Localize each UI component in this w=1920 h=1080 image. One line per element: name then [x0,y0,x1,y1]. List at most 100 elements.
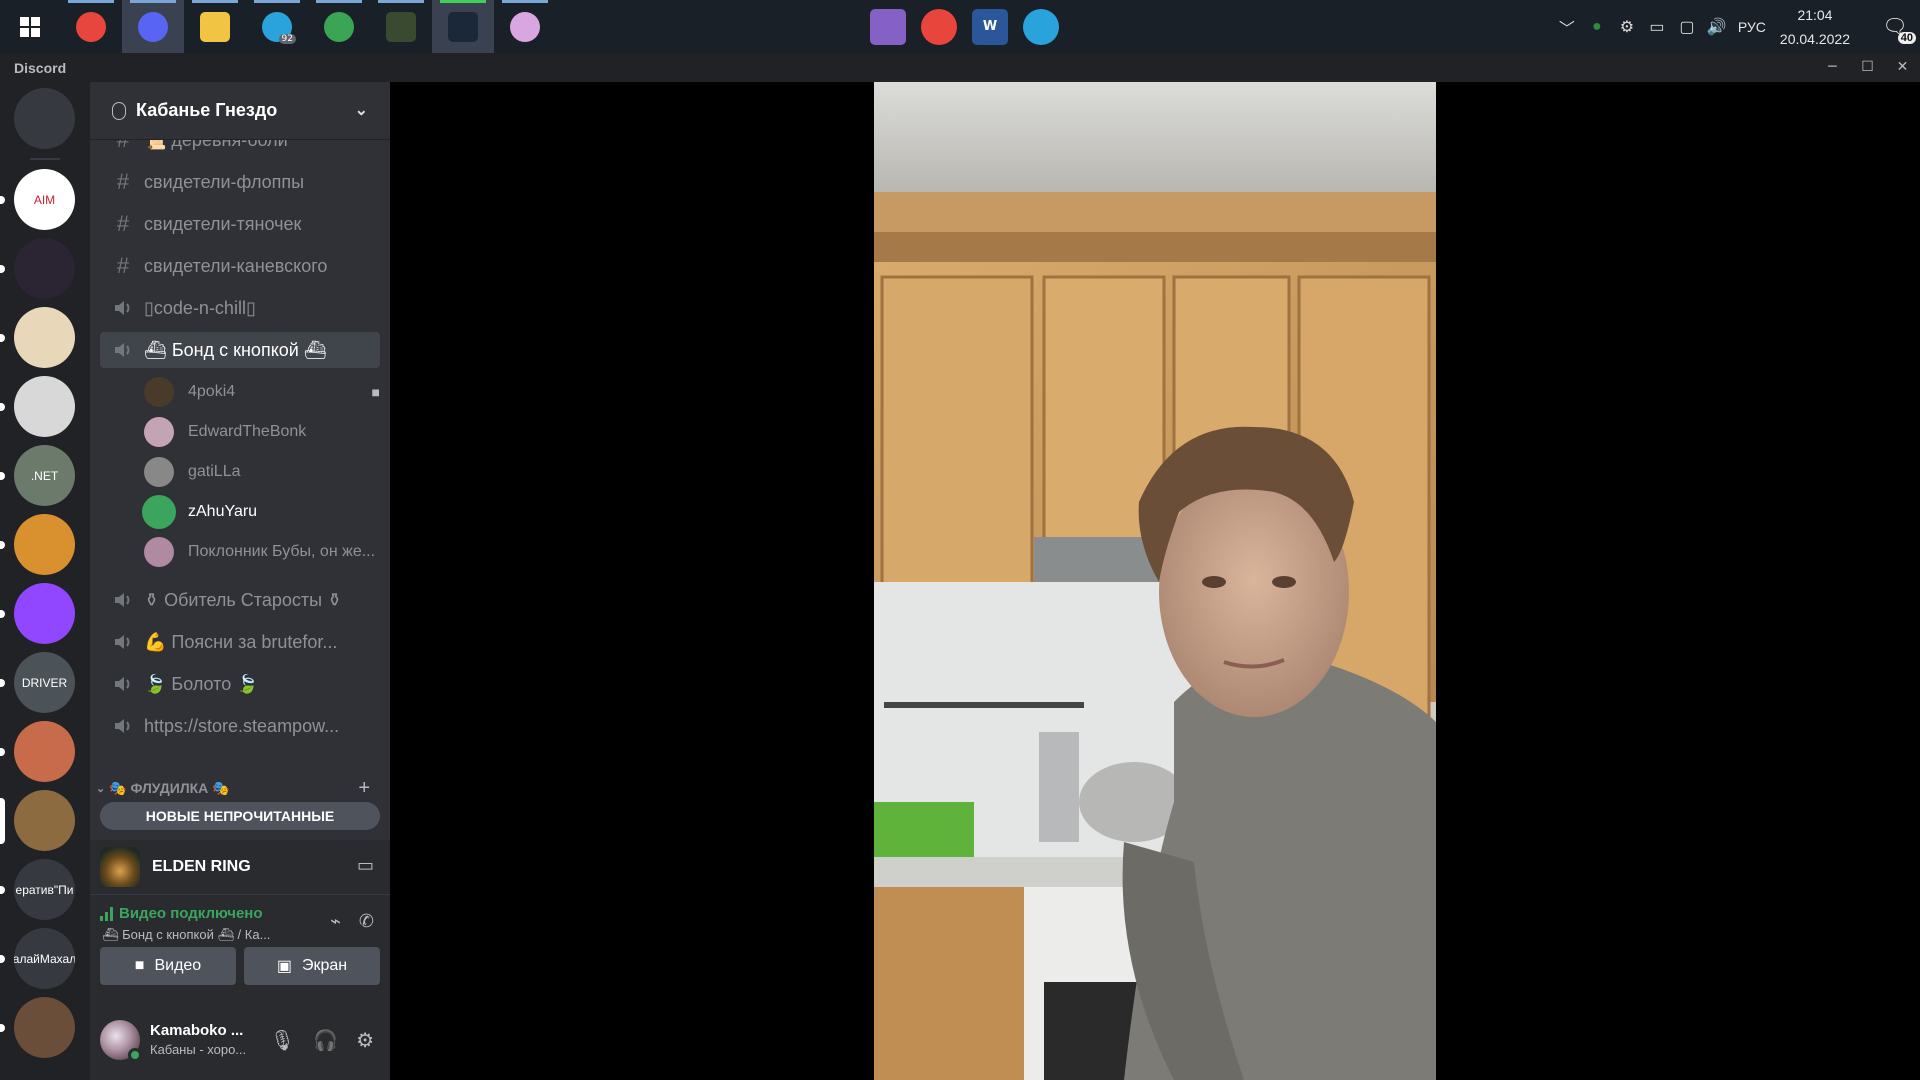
text-channel[interactable]: # свидетели-каневского [100,248,390,284]
server-icon-bender[interactable] [14,721,75,782]
language-indicator[interactable]: РУС [1738,19,1766,35]
camera-icon: ■ [134,957,145,974]
unread-pill [0,748,5,756]
text-channel[interactable]: # свидетели-флоппы [100,164,390,200]
taskbar-app-steam[interactable] [432,0,494,53]
screen-share-button[interactable]: ▣ Экран [244,947,380,985]
video-button[interactable]: ■ Видео [100,947,236,985]
voice-channel[interactable]: https://store.steampow... [100,708,390,744]
unread-pill [0,886,5,894]
server-icon-gta[interactable] [14,790,75,851]
screen-button-label: Экран [301,957,348,974]
server-icon-driver[interactable]: DRIVER [14,652,75,713]
taskbar-app-globe-app[interactable] [308,0,370,53]
windows-start-button[interactable] [0,0,60,53]
elden-ring-icon [386,11,416,42]
taskbar-app-discord[interactable] [122,0,184,53]
voice-connection-panel: Видео подключено ⛴ Бонд с кнопкой ⛴ / Ка… [90,894,390,998]
voice-status[interactable]: Видео подключено [100,905,263,922]
webcam-frame-image [874,82,1436,1080]
battery-icon[interactable]: ▭ [1642,17,1672,37]
user-avatar [144,377,174,407]
unread-pill [0,955,5,963]
username[interactable]: Kamaboko ... [150,1022,243,1039]
server-icon-aim[interactable]: AIM [14,169,75,230]
add-channel-icon[interactable]: + [358,777,370,800]
taskbar-indicator [130,0,176,3]
disconnect-icon[interactable]: ✆ [359,911,374,932]
chevron-up-icon[interactable]: ﹀ [1552,15,1582,39]
maximize-button[interactable]: ☐ [1850,53,1885,82]
discord-icon [138,11,168,42]
channel-category[interactable]: ⌄ 🎭 ФЛУДИЛКА 🎭 + [96,776,390,800]
taskbar-app-chrome[interactable] [60,0,122,53]
voice-user-name: zAhuYaru [188,503,258,520]
notification-count: 40 [1897,32,1916,44]
telegram-icon[interactable] [1023,8,1059,45]
voice-user[interactable]: gatiLLa [144,453,390,491]
pinned-apps: W [870,0,1059,53]
text-channel[interactable]: # свидетели-тяночек [100,206,390,242]
taskbar-indicator [254,0,300,3]
network-icon[interactable]: ▢ [1672,17,1702,37]
video-stage [390,82,1920,1080]
speaker-icon [110,633,136,651]
voice-user-name: EdwardTheBonk [188,423,307,440]
channel-label: свидетели-тяночек [144,213,302,234]
unread-badge: 92 [278,34,296,44]
noise-suppression-icon[interactable]: ⌁ [330,911,341,932]
server-icon-glasses-guy[interactable] [14,376,75,437]
server-icon-blonde-girl[interactable] [14,307,75,368]
close-button[interactable]: ✕ [1885,53,1920,82]
speaker-icon [110,717,136,735]
activity-game-name: ELDEN RING [152,858,251,875]
voice-channel-name[interactable]: ⛴ Бонд с кнопкой ⛴ / Ка... [102,927,270,943]
camera-video-feed[interactable] [874,82,1436,1080]
taskbar-app-telegram[interactable]: 92 [246,0,308,53]
nvidia-icon[interactable]: ● [1582,18,1612,36]
microphone-icon[interactable]: 🎙 [270,1028,295,1053]
discord-title-bar: Discord ─ ☐ ✕ [0,53,1920,82]
voice-user[interactable]: EdwardTheBonk [144,413,390,451]
unread-pill [0,541,5,549]
voice-channel[interactable]: ▯code-n-chill▯ [100,290,390,326]
steam-tray-icon[interactable]: ⚙ [1612,17,1642,37]
taskbar-app-paint[interactable] [494,0,556,53]
headphones-icon[interactable]: 🎧 [313,1028,338,1053]
chrome-icon[interactable] [921,8,957,45]
notification-center-button[interactable]: 🗨 40 [1870,0,1920,53]
word-icon[interactable]: W [972,8,1008,45]
server-icon-twitch[interactable] [14,583,75,644]
stream-game-button[interactable]: ▭ [357,855,374,876]
server-icon-cooperative[interactable]: ератив"Пи [14,859,75,920]
settings-gear-icon[interactable]: ⚙ [356,1028,374,1053]
volume-icon[interactable]: 🔊 [1702,17,1732,37]
clock[interactable]: 21:04 20.04.2022 [1780,3,1850,51]
server-icon-home[interactable] [14,88,75,149]
voice-user[interactable]: zAhuYaru [144,493,390,531]
server-icon-anime-girl[interactable] [14,238,75,299]
server-icon-bunker[interactable] [14,997,75,1058]
channel-label: ⛴ Бонд с кнопкой ⛴ [144,339,327,360]
new-unreads-banner[interactable]: НОВЫЕ НЕПРОЧИТАННЫЕ [100,802,380,830]
taskbar-indicator [378,0,424,3]
elden-ring-icon [100,847,140,887]
visual-studio-icon[interactable] [870,8,906,45]
unread-pill [0,196,5,204]
voice-channel[interactable]: ⚱ Обитель Старосты ⚱ [100,582,390,618]
server-header[interactable]: Кабанье Гнездо ⌄ [90,82,390,140]
voice-channel[interactable]: 🍃 Болото 🍃 [100,666,390,702]
taskbar-app-file-explorer[interactable] [184,0,246,53]
unread-pill [0,472,5,480]
unread-pill [0,798,5,844]
voice-user[interactable]: 4poki4 ■ [144,373,390,411]
taskbar-app-elden-ring[interactable] [370,0,432,53]
voice-user[interactable]: Поклонник Бубы, он же... [144,533,390,571]
voice-channel[interactable]: 💪 Поясни за brutefor... [100,624,390,660]
minimize-button[interactable]: ─ [1815,53,1850,82]
voice-channel[interactable]: ⛴ Бонд с кнопкой ⛴ [100,332,380,368]
channel-sidebar: Кабанье Гнездо ⌄ #📜 деревня-боли#свидете… [90,82,390,1080]
server-icon-dotnet[interactable]: .NET [14,445,75,506]
server-icon-skull[interactable] [14,514,75,575]
server-icon-alaimahal[interactable]: алайМахал [14,928,75,989]
